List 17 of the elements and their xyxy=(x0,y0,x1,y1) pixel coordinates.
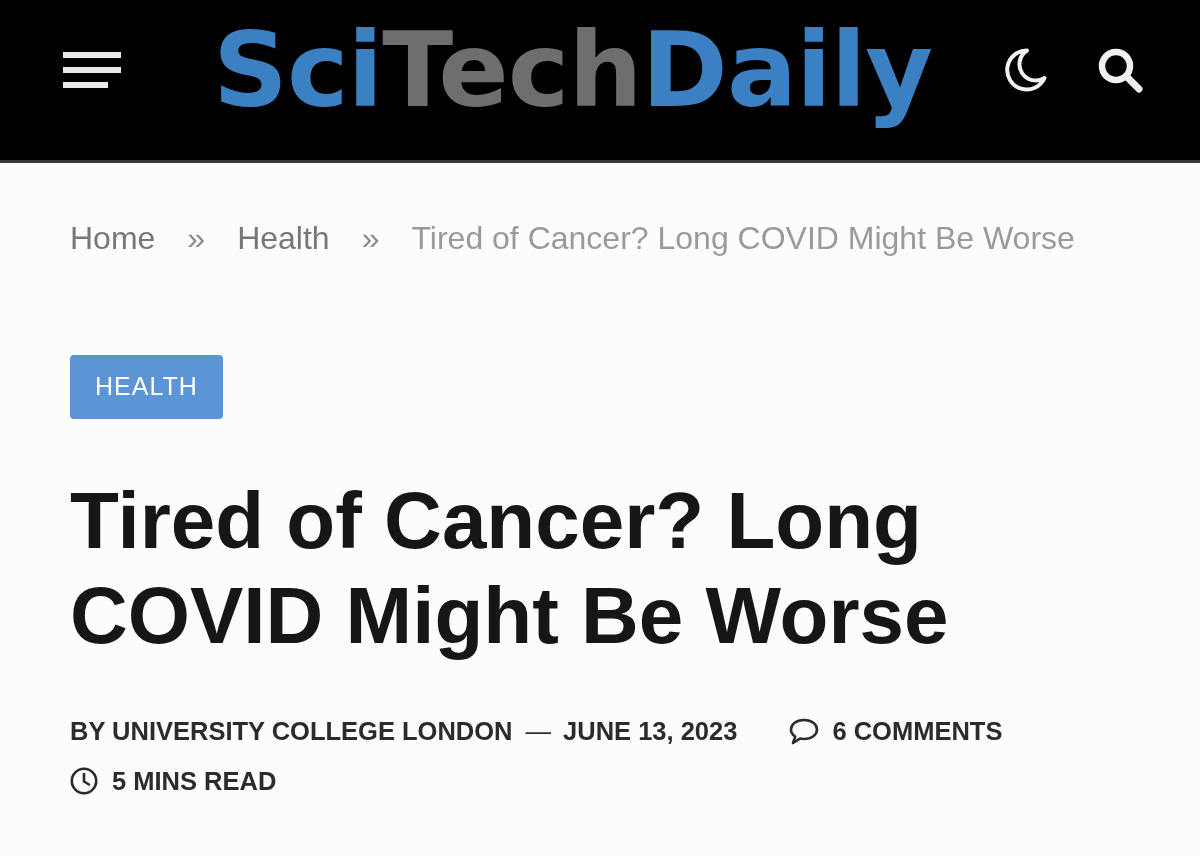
moon-icon[interactable] xyxy=(1003,48,1047,92)
clock-icon xyxy=(70,767,98,795)
category-tag[interactable]: HEALTH xyxy=(70,355,223,419)
author-byline: BY UNIVERSITY COLLEGE LONDON xyxy=(70,715,513,747)
article-title: Tired of Cancer? Long COVID Might Be Worse xyxy=(70,475,950,662)
breadcrumb-link[interactable]: Health xyxy=(237,218,330,258)
breadcrumb-separator: » xyxy=(361,219,380,258)
breadcrumb-current: Tired of Cancer? Long COVID Might Be Worse xyxy=(411,219,1075,258)
breadcrumb-separator: » xyxy=(187,219,206,258)
menu-icon[interactable] xyxy=(63,52,121,88)
read-time: 5 MINS READ xyxy=(112,765,277,797)
breadcrumb-link[interactable]: Home xyxy=(70,218,156,258)
comments-link[interactable]: 6 COMMENTS xyxy=(832,711,1003,751)
search-icon[interactable] xyxy=(1097,47,1143,93)
publish-date: JUNE 13, 2023 xyxy=(563,715,738,747)
speech-bubble-icon xyxy=(789,717,820,745)
meta-separator: — xyxy=(525,715,552,747)
